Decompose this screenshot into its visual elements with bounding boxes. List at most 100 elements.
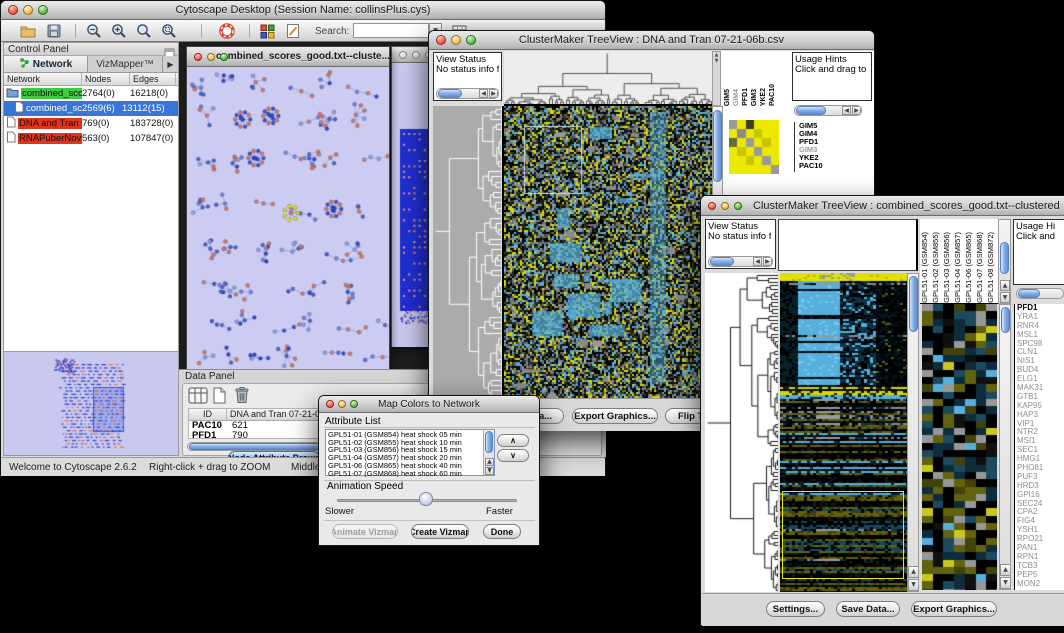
network-view-canvas[interactable] xyxy=(187,67,389,370)
tv2-usage-hscrollbar[interactable] xyxy=(1016,288,1064,299)
row-dendrogram-canvas[interactable] xyxy=(705,273,778,592)
scroll-down-icon[interactable]: ▼ xyxy=(1000,292,1010,303)
zoom-window-icon[interactable] xyxy=(466,35,476,45)
gene-label[interactable]: MON2 xyxy=(1015,580,1064,589)
column-label[interactable]: GPL51-06 (GSM865) xyxy=(964,232,975,303)
network-table-header[interactable]: Network Nodes Edges xyxy=(4,73,178,86)
scroll-down-icon[interactable]: ▼ xyxy=(485,467,494,475)
column-label[interactable]: GIM5 xyxy=(723,89,732,106)
attribute-listbox[interactable]: GPL51-01 (GSM854) heat shock 05 minGPL51… xyxy=(325,429,495,476)
settings-button[interactable]: Settings... xyxy=(766,601,825,617)
move-down-button[interactable]: ∨ xyxy=(497,449,529,462)
open-folder-icon[interactable] xyxy=(19,22,37,40)
zoom-out-icon[interactable] xyxy=(85,22,103,40)
column-label[interactable]: GPL51-01 (GSM854) xyxy=(920,232,931,303)
listbox-vscrollbar[interactable]: ▲ ▼ xyxy=(483,430,494,475)
network-row[interactable]: combined_scores 2764(0) 16218(0) xyxy=(4,86,178,101)
column-label[interactable]: GIM4 xyxy=(732,89,741,106)
column-label[interactable]: GPL51-02 (GSM855) xyxy=(931,232,942,303)
scrollbar-thumb[interactable] xyxy=(796,106,826,115)
tv2-heatmap[interactable] xyxy=(780,273,907,592)
zoom-in-icon[interactable] xyxy=(110,22,128,40)
zoom-window-icon[interactable] xyxy=(350,400,358,408)
tab-network[interactable]: Network xyxy=(4,56,88,72)
column-label[interactable]: PAC10 xyxy=(768,84,777,106)
treeview2-titlebar[interactable]: ClusterMaker TreeView : combined_scores_… xyxy=(701,196,1064,216)
column-dendrogram-canvas[interactable] xyxy=(504,51,712,104)
scroll-left-icon[interactable]: ◀ xyxy=(842,106,851,115)
scroll-left-icon[interactable]: ◀ xyxy=(753,257,762,266)
scroll-up-icon[interactable]: ▲ xyxy=(1000,564,1011,576)
treeview1-titlebar[interactable]: ClusterMaker TreeView : DNA and Tran 07-… xyxy=(429,31,874,50)
animate-vizmap-button[interactable]: Animate Vizmap xyxy=(332,524,398,539)
speed-slider-thumb[interactable] xyxy=(419,492,433,506)
scroll-left-icon[interactable]: ◀ xyxy=(479,89,488,98)
col-header-network[interactable]: Network xyxy=(4,73,82,85)
close-icon[interactable] xyxy=(708,202,716,210)
scrollbar-thumb[interactable] xyxy=(710,257,734,266)
attribute-table-icon[interactable] xyxy=(188,387,208,409)
export-graphics-button[interactable]: Export Graphics... xyxy=(572,408,658,424)
column-label[interactable]: PFD1 xyxy=(741,88,750,106)
tv2-status-hscrollbar[interactable]: ◀ ▶ xyxy=(708,256,773,267)
tv1-status-hscrollbar[interactable]: ◀ ▶ xyxy=(436,88,499,99)
export-graphics-button[interactable]: Export Graphics... xyxy=(911,601,997,617)
scrollbar-thumb[interactable] xyxy=(713,110,722,182)
scroll-down-icon[interactable]: ▼ xyxy=(1000,577,1011,589)
minimize-icon[interactable] xyxy=(338,400,346,408)
scrollbar-thumb[interactable] xyxy=(1000,242,1009,274)
scroll-right-icon[interactable]: ▶ xyxy=(852,106,861,115)
column-label[interactable]: GPL51-03 (GSM856) xyxy=(942,232,953,303)
main-titlebar[interactable]: Cytoscape Desktop (Session Name: collins… xyxy=(1,1,605,20)
tab-overflow-button[interactable]: ▶ xyxy=(162,56,178,72)
birdseye-view[interactable] xyxy=(4,351,178,455)
scroll-right-icon[interactable]: ▶ xyxy=(489,89,498,98)
minimize-icon[interactable] xyxy=(207,53,215,61)
scroll-up-icon[interactable]: ▲ xyxy=(1000,280,1010,291)
tv2-zoom-heatmap[interactable] xyxy=(922,304,997,590)
tv2-zoom-vscrollbar[interactable]: ▲ ▼ xyxy=(999,304,1011,590)
scroll-up-icon[interactable]: ▲ xyxy=(908,566,919,578)
scrollbar-thumb[interactable] xyxy=(1018,289,1040,298)
tv2-collabel-vscrollbar[interactable]: ▲ ▼ xyxy=(998,219,1011,304)
tv1-sub-hscrollbar[interactable]: ◀ ▶ xyxy=(794,105,862,116)
zoom-heatmap-canvas[interactable] xyxy=(922,304,997,590)
scrollbar-thumb[interactable] xyxy=(485,431,493,453)
zoom-window-icon[interactable] xyxy=(220,53,228,61)
close-icon[interactable] xyxy=(436,35,446,45)
minimize-icon[interactable] xyxy=(23,5,33,15)
scroll-down-icon[interactable]: ▼ xyxy=(908,579,919,591)
column-label[interactable]: GPL51-07 (GSM868) xyxy=(975,232,986,303)
col-header-id[interactable]: ID xyxy=(189,409,227,420)
create-vizmap-button[interactable]: Create Vizmap xyxy=(411,524,469,539)
move-up-button[interactable]: ∧ xyxy=(497,434,529,447)
tv1-zoom-heatmap-canvas[interactable] xyxy=(729,120,779,174)
birdseye-canvas[interactable] xyxy=(4,352,178,455)
vizmapper-icon[interactable] xyxy=(258,22,276,40)
tv1-row-dendrogram[interactable] xyxy=(433,106,501,398)
minimize-icon[interactable] xyxy=(412,51,420,59)
network-window-1-titlebar[interactable]: combined_scores_good.txt--cluste... xyxy=(187,47,389,67)
row-dendrogram-canvas[interactable] xyxy=(433,106,501,398)
close-icon[interactable] xyxy=(326,400,334,408)
scrollbar-thumb[interactable] xyxy=(438,89,462,98)
annotation-icon[interactable] xyxy=(284,22,302,40)
tv2-row-dendrogram[interactable] xyxy=(705,273,778,592)
tv2-heatmap-vscrollbar[interactable]: ▲ ▼ xyxy=(907,273,919,592)
close-icon[interactable] xyxy=(399,51,407,59)
gene-label[interactable]: PAC10 xyxy=(797,162,870,170)
scrollbar-thumb[interactable] xyxy=(1001,307,1010,333)
column-label[interactable]: GPL51-08 (GSM872) xyxy=(986,232,997,303)
minimize-icon[interactable] xyxy=(721,202,729,210)
scrollbar-thumb[interactable] xyxy=(909,276,918,332)
zoom-window-icon[interactable] xyxy=(38,5,48,15)
trash-icon[interactable] xyxy=(234,386,250,409)
close-icon[interactable] xyxy=(8,5,18,15)
col-header-nodes[interactable]: Nodes xyxy=(82,73,130,85)
network-row[interactable]: DNA and Tran 07 769(0) 183728(0) xyxy=(4,116,178,131)
column-label[interactable]: GIM3 xyxy=(750,89,759,106)
done-button[interactable]: Done xyxy=(483,524,521,539)
search-input[interactable] xyxy=(353,23,429,38)
zoom-selected-icon[interactable] xyxy=(160,22,178,40)
zoom-window-icon[interactable] xyxy=(734,202,742,210)
